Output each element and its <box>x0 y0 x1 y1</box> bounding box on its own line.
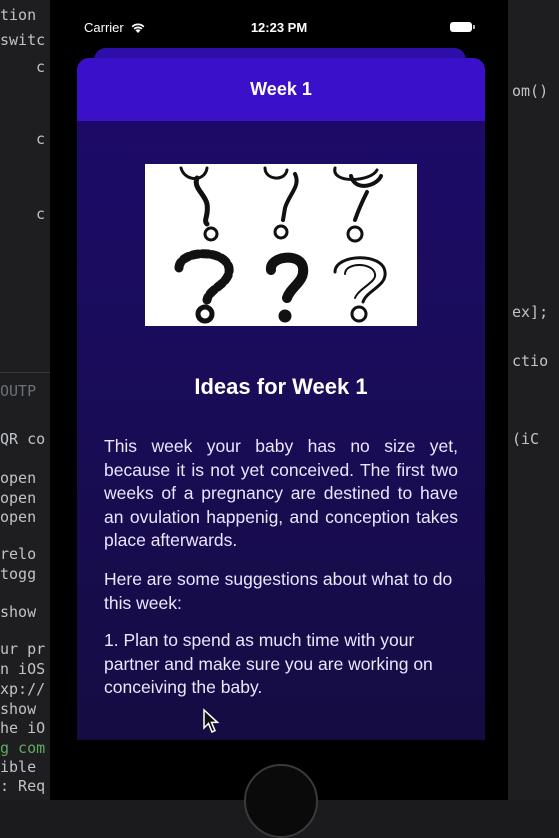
week-description-paragraph: This week your baby has no size yet, bec… <box>104 436 458 550</box>
question-marks-image <box>145 164 417 326</box>
editor-code-line: ctio <box>512 352 549 370</box>
editor-code-line: show <box>0 603 37 621</box>
home-button[interactable] <box>244 764 318 838</box>
status-bar: Carrier 12:23 PM <box>50 14 508 40</box>
editor-code-line: switc <box>0 31 46 49</box>
editor-code-line: OUTP <box>0 382 37 400</box>
editor-code-line: om() <box>512 82 549 100</box>
editor-code-line: c <box>36 130 46 148</box>
editor-code-line: xp:// <box>0 680 46 698</box>
editor-code-line: : Req <box>0 777 46 795</box>
editor-code-line: g com <box>0 739 46 757</box>
editor-code-line: ex]; <box>512 303 549 321</box>
editor-code-line: he iO <box>0 719 46 737</box>
mouse-cursor-icon <box>203 708 220 734</box>
question-marks-illustration <box>174 166 387 324</box>
status-time: 12:23 PM <box>250 20 308 35</box>
editor-code-line: open <box>0 508 37 526</box>
week-detail-sheet[interactable]: Week 1 Ideas for Week 1 This week your b… <box>77 58 485 740</box>
phone-simulator: Carrier 12:23 PM Week 1 Ideas for Week 1… <box>50 0 508 838</box>
editor-code-line: c <box>36 58 46 76</box>
editor-code-line: open <box>0 489 37 507</box>
sheet-header-title: Week 1 <box>250 79 312 99</box>
editor-code-line: ur pr <box>0 640 46 658</box>
sheet-header: Week 1 <box>77 58 485 121</box>
editor-code-line: relo <box>0 545 37 563</box>
editor-code-line: n iOS <box>0 660 46 678</box>
editor-code-line: c <box>36 205 46 223</box>
editor-code-line: ible <box>0 758 37 776</box>
editor-code-line: tion <box>0 6 37 24</box>
editor-code-line: (iC <box>512 430 540 448</box>
ideas-title: Ideas for Week 1 <box>194 374 368 399</box>
suggestion-item-1: 1. Plan to spend as much time with your … <box>104 630 433 697</box>
editor-code-line: togg <box>0 565 37 583</box>
battery-icon <box>450 22 475 32</box>
editor-code-line: QR co <box>0 430 46 448</box>
suggestions-intro-paragraph: Here are some suggestions about what to … <box>104 569 453 613</box>
editor-code-line: open <box>0 469 37 487</box>
editor-code-line: show <box>0 700 37 718</box>
